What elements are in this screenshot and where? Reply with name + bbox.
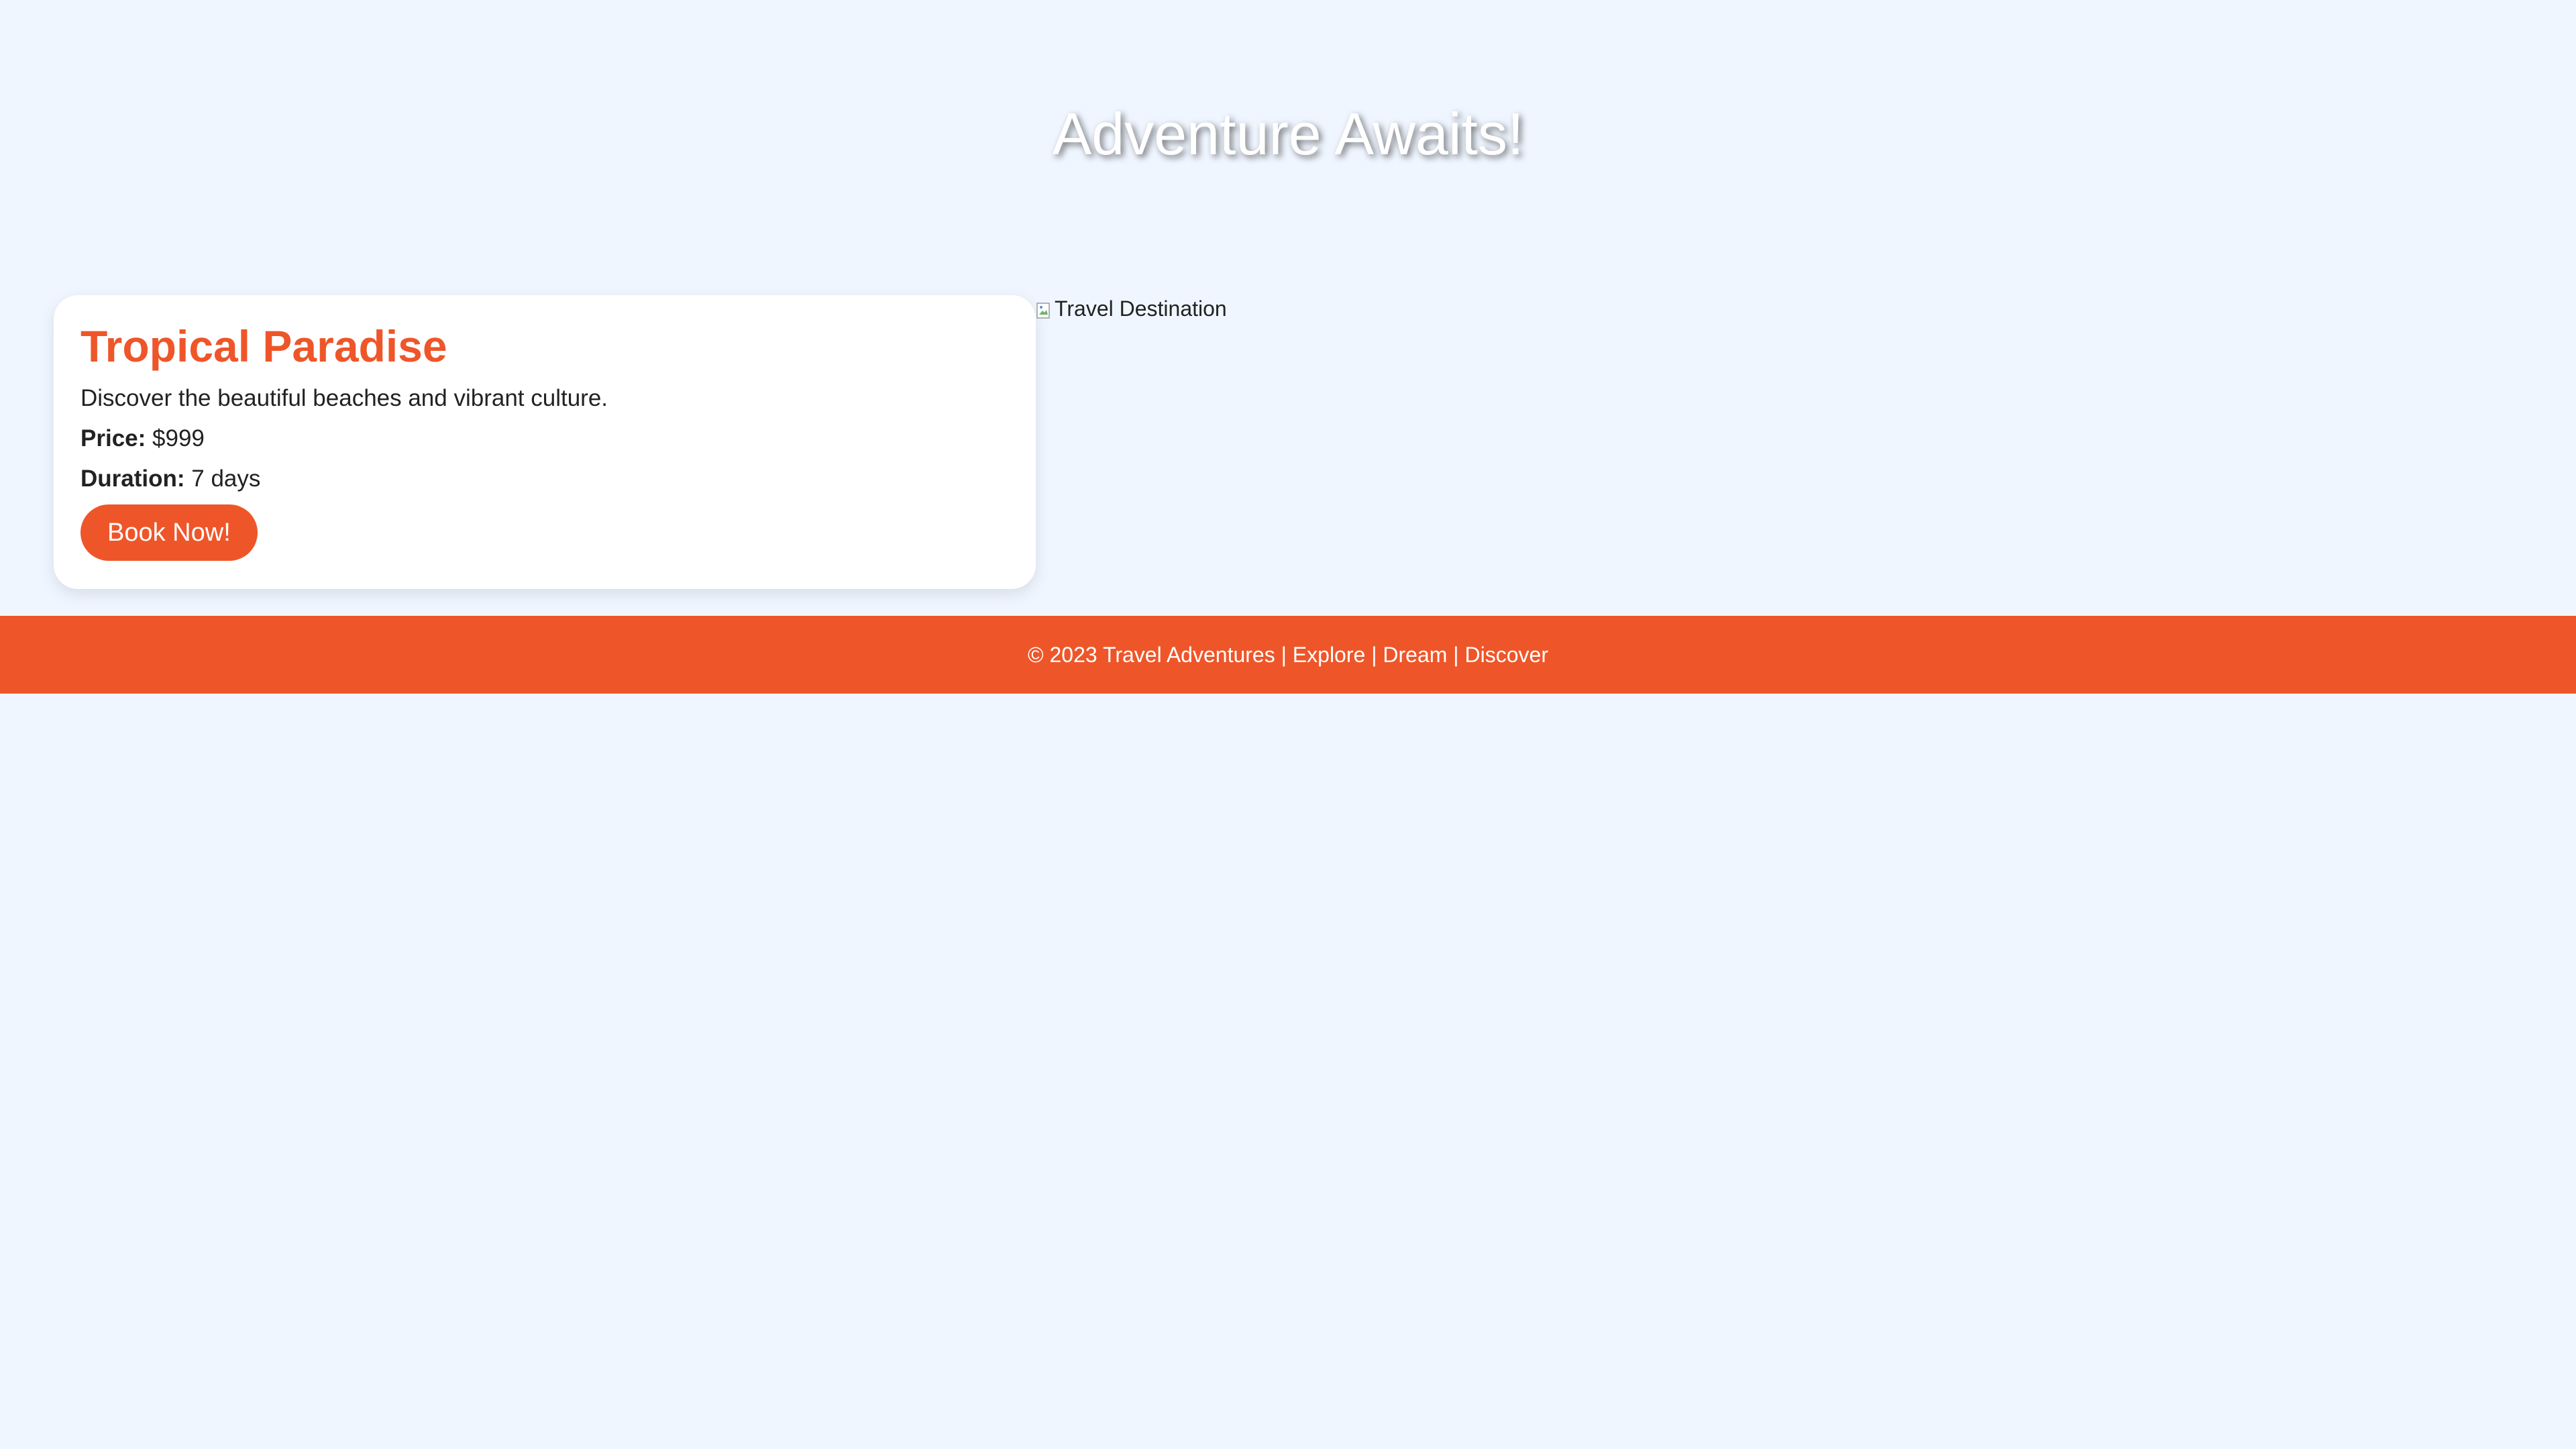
hero-title: Adventure Awaits! [1052,101,1524,167]
tour-title: Tropical Paradise [80,321,447,371]
duration-value: 7 days [191,466,261,492]
duration-row: Duration: 7 days [80,466,1009,492]
footer-text: © 2023 Travel Adventures | Explore | Dre… [1028,642,1548,667]
price-label: Price: [80,425,146,451]
duration-label: Duration: [80,466,185,492]
tour-card: Tropical Paradise Discover the beautiful… [54,295,1036,589]
price-row: Price: $999 [80,425,1009,452]
travel-destination-image: Travel Destination [1036,295,1227,322]
broken-image-icon [1036,299,1052,319]
page: Adventure Awaits! Tropical Paradise Disc… [0,0,2576,1449]
book-now-button[interactable]: Book Now! [80,504,258,561]
price-value: $999 [152,425,205,451]
image-alt-text: Travel Destination [1055,297,1227,321]
footer: © 2023 Travel Adventures | Explore | Dre… [0,616,2576,694]
tour-description: Discover the beautiful beaches and vibra… [80,385,608,411]
